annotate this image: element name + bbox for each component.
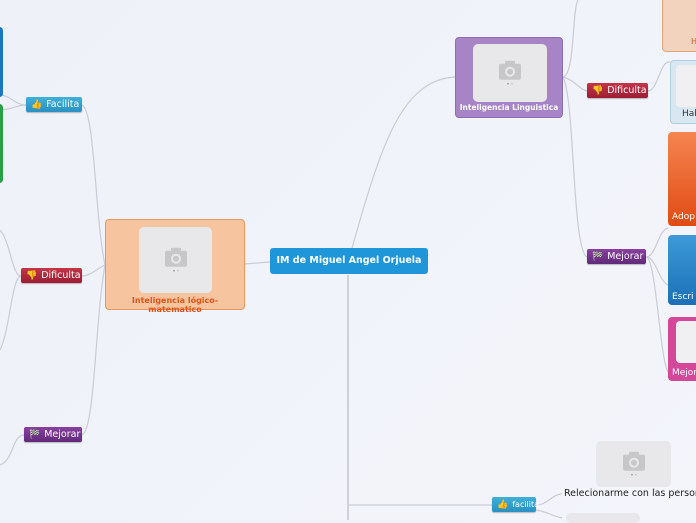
badge-dificulta-right-label: Dificulta (607, 85, 647, 96)
right-partial-label-hab: Hab (682, 109, 696, 119)
badge-dificulta-right[interactable]: 👎 Dificulta (587, 83, 648, 98)
badge-mejorar-right-label: Mejorar (607, 251, 644, 262)
node-linguistica[interactable]: Inteligencia Linguistica (455, 37, 563, 118)
right-partial-node-pink[interactable]: Mejor (668, 317, 696, 381)
bottom-item-text[interactable]: Relecionarme con las persona (564, 488, 696, 499)
right-partial-node-lightblue[interactable]: Hab (670, 60, 696, 124)
central-topic-title: IM de Miguel Angel Orjuela (276, 255, 422, 266)
logico-photo-placeholder (139, 227, 212, 293)
bottom-photo-placeholder (596, 441, 671, 487)
thumbs-up-icon: 👍 (31, 100, 43, 110)
camera-placeholder-icon (622, 451, 645, 476)
badge-facilita-bottom-label: facilita (512, 500, 540, 509)
badge-mejorar-left[interactable]: 🏁 Mejorar (24, 427, 82, 442)
badge-facilita-bottom[interactable]: 👍 facilita (492, 497, 540, 512)
thumbs-down-icon: 👎 (26, 271, 38, 281)
camera-placeholder-icon (499, 60, 521, 85)
right-partial-node-blue[interactable]: Escri (668, 235, 696, 305)
right-partial-label-escri: Escri (672, 292, 694, 302)
right-partial-node-peach[interactable]: H (662, 0, 696, 52)
thumbs-down-icon: 👎 (592, 86, 604, 96)
badge-dificulta-left[interactable]: 👎 Dificulta (21, 268, 82, 283)
node-logico-matematico[interactable]: Inteligencia lógico-matematico (105, 219, 245, 314)
right-partial-label-adop: Adop (672, 212, 695, 222)
thumbs-up-icon: 👍 (497, 500, 509, 510)
badge-dificulta-left-label: Dificulta (41, 270, 81, 281)
right-partial-label-h: H (691, 37, 696, 46)
badge-facilita-left-label: Facilita (46, 99, 80, 110)
badge-mejorar-right[interactable]: 🏁 Mejorar (587, 249, 646, 264)
bottom-photo-placeholder-2 (566, 513, 640, 523)
badge-mejorar-left-label: Mejorar (44, 429, 81, 440)
checkered-flag-icon: 🏁 (592, 252, 604, 262)
checkered-flag-icon: 🏁 (29, 430, 41, 440)
right-partial-photo-pink (676, 321, 696, 363)
right-partial-node-orange[interactable]: Adop (668, 132, 696, 226)
central-topic[interactable]: IM de Miguel Angel Orjuela (270, 248, 428, 274)
linguistica-caption: Inteligencia Linguistica (459, 103, 559, 112)
camera-placeholder-icon (164, 247, 187, 272)
right-partial-photo (676, 65, 696, 107)
left-partial-node-blue[interactable] (0, 27, 3, 97)
badge-facilita-left[interactable]: 👍 Facilita (26, 97, 82, 112)
logico-caption: Inteligencia lógico-matematico (131, 296, 219, 314)
right-partial-label-mejor: Mejor (672, 368, 696, 378)
linguistica-photo-placeholder (473, 44, 547, 102)
left-partial-node-green[interactable] (0, 104, 3, 183)
